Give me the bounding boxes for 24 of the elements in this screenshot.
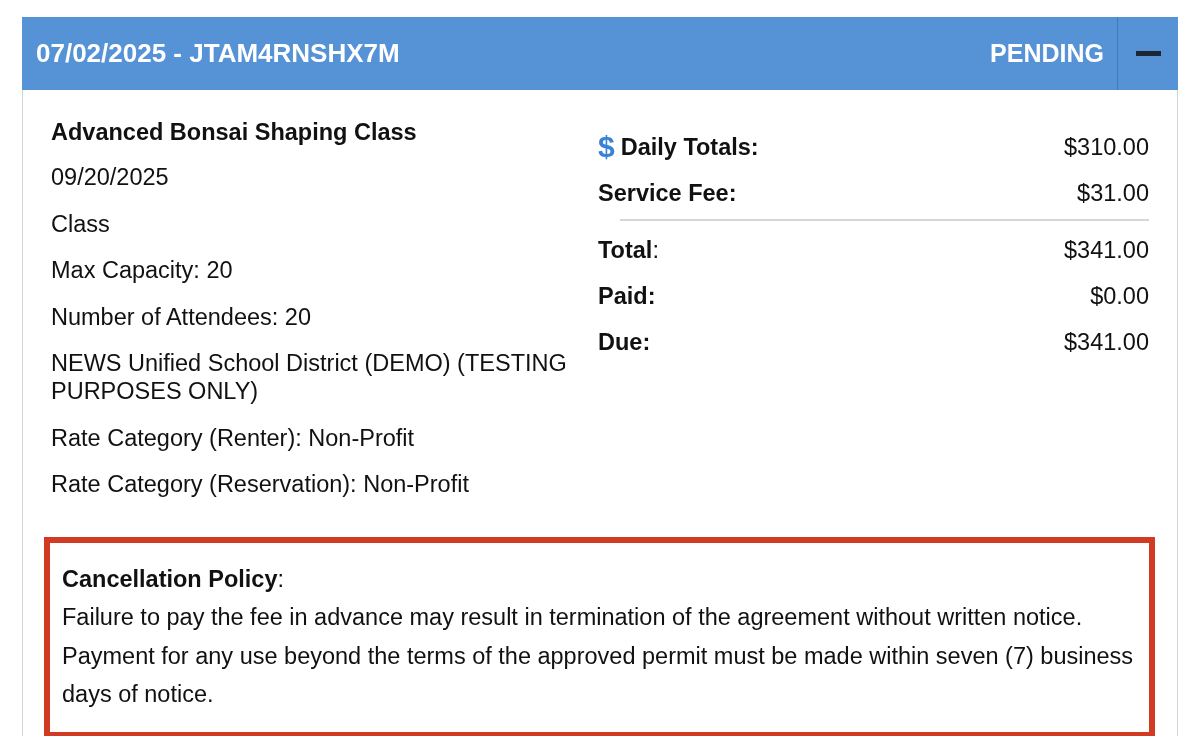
amount-value: $0.00 [1090,282,1149,310]
dollar-icon: $ [598,130,615,164]
detail-text: Rate Category (Renter): Non-Profit [51,423,416,452]
amount-value: $341.00 [1064,236,1149,264]
status-label: PENDING [990,39,1104,68]
detail-text: Max Capacity: 20 [51,256,234,284]
policy-text: Failure to pay the fee in advance may result in termination of the agreement without written notice. Payment for any use beyond the terms of the approved permit must be made within seven (7) business days of notice. [62,603,1135,709]
minus-icon [1135,51,1161,56]
detail-text: NEWS Unified School District (DEMO) (TESTING PURPOSES ONLY) [51,349,568,405]
amount-value: $310.00 [1064,133,1149,161]
detail-text: Class [51,209,111,238]
reservation-title: 07/02/2025 - JTAM4RNSHX7M [36,38,400,69]
amount-value: $31.00 [1077,179,1149,207]
policy-title: Cancellation Policy: [62,564,285,594]
detail-text: 09/20/2025 [51,163,170,191]
amount-label: Paid: [598,282,656,310]
detail-text: Rate Category (Reservation): Non-Profit [51,470,470,498]
detail-text: Number of Attendees: 20 [51,302,312,331]
amount-label: Service Fee: [598,179,737,207]
amount-label: Due: [598,328,651,356]
amount-label: Daily Totals: [620,133,759,161]
event-name: Advanced Bonsai Shaping Class [51,118,418,146]
amount-value: $341.00 [1064,328,1149,356]
amount-label: Total: [598,236,659,264]
